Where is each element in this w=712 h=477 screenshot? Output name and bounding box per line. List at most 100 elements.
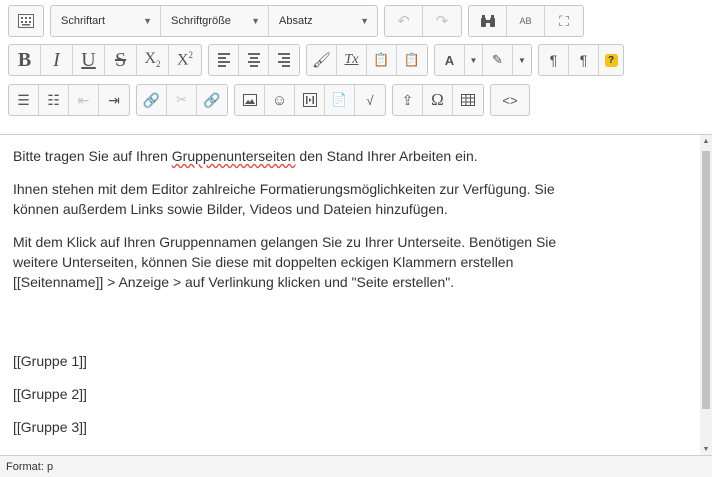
ltr-button[interactable]: ¶	[539, 45, 569, 75]
indent-button[interactable]: ⇥	[99, 85, 129, 115]
insert-media-button[interactable]	[295, 85, 325, 115]
undo-icon: ↶	[397, 13, 410, 30]
unlink-button[interactable]: ✂	[167, 85, 197, 115]
background-color-dropdown[interactable]: ▼	[513, 45, 531, 75]
change-case-button[interactable]: AB	[507, 6, 545, 36]
superscript-icon: X2	[176, 50, 194, 69]
strikethrough-icon: S	[114, 48, 127, 71]
content-text: [[Seitenname]] > Anzeige > auf Verlinkun…	[13, 274, 455, 290]
align-left-button[interactable]	[209, 45, 239, 75]
rtl-icon: ¶	[579, 52, 588, 68]
scroll-up-arrow-icon[interactable]: ▲	[700, 135, 712, 147]
insert-equation-button[interactable]: √	[355, 85, 385, 115]
change-case-icon: AB	[519, 16, 532, 26]
content-text: Ihnen stehen mit dem Editor zahlreiche F…	[13, 181, 555, 197]
toolbar-row-1: Schriftart ▼ Schriftgröße ▼ Absatz ▼ ↶ ↷	[8, 5, 590, 37]
paste-word-button[interactable]: 📋	[397, 45, 427, 75]
font-family-select[interactable]: Schriftart ▼	[51, 6, 161, 36]
align-right-button[interactable]	[269, 45, 299, 75]
scrollbar-thumb[interactable]	[702, 151, 710, 409]
remove-format-button[interactable]: Tx	[337, 45, 367, 75]
toolbar-toggle-group	[8, 5, 44, 37]
direction-group: ¶ ¶ ?	[538, 44, 624, 76]
superscript-button[interactable]: X2	[169, 45, 201, 75]
insert-group: ⇪ Ω	[392, 84, 484, 116]
bold-icon: B	[17, 48, 32, 71]
status-bar: Format: p	[0, 455, 712, 477]
record-audio-button[interactable]: ⇪	[393, 85, 423, 115]
html-source-button[interactable]: <>	[491, 85, 529, 115]
subscript-button[interactable]: X2	[137, 45, 169, 75]
tools-group: AB ⛶	[468, 5, 584, 37]
italic-button[interactable]: I	[41, 45, 73, 75]
insert-image-button[interactable]	[235, 85, 265, 115]
chevron-down-icon: ▼	[360, 16, 369, 26]
outdent-button[interactable]: ⇤	[69, 85, 99, 115]
font-size-select[interactable]: Schriftgröße ▼	[161, 6, 269, 36]
link-button[interactable]: 🔗	[137, 85, 167, 115]
text-color-button[interactable]: A	[435, 45, 465, 75]
group-link-3: [[Gruppe 3]]	[13, 419, 87, 435]
subscript-icon: X2	[144, 50, 161, 70]
editor-toolbar: Schriftart ▼ Schriftgröße ▼ Absatz ▼ ↶ ↷	[0, 0, 712, 135]
font-size-label: Schriftgröße	[171, 15, 231, 27]
vertical-scrollbar[interactable]: ▲ ▼	[700, 135, 712, 455]
toolbar-row-2: B I U S X2 X2 🖌 Tx 📋 📋 A ▼ ✎ ▼ ¶ ¶ ?	[8, 44, 630, 76]
help-icon: ?	[604, 53, 618, 67]
fullscreen-button[interactable]: ⛶	[545, 6, 583, 36]
history-group: ↶ ↷	[384, 5, 462, 37]
strikethrough-button[interactable]: S	[105, 45, 137, 75]
link-icon: 🔗	[142, 91, 161, 108]
insert-emoticon-button[interactable]: ☺	[265, 85, 295, 115]
bullet-list-button[interactable]: ☰	[9, 85, 39, 115]
paste-word-icon: 📋	[403, 52, 421, 67]
highlighter-icon: ✎	[492, 52, 503, 67]
help-button[interactable]: ?	[599, 45, 623, 75]
paragraph-format-label: Absatz	[279, 15, 313, 27]
scroll-down-arrow-icon[interactable]: ▼	[700, 443, 712, 455]
chevron-down-icon: ▼	[518, 55, 526, 65]
undo-button[interactable]: ↶	[385, 6, 423, 36]
unlink-icon: ✂	[176, 92, 187, 107]
files-icon: 📄	[331, 92, 348, 107]
toolbar-row-3: ☰ ☷ ⇤ ⇥ 🔗 ✂ 🔗 ☺ 📄 √ ⇪ Ω <>	[8, 84, 536, 116]
wiki-link-button[interactable]: 🔗	[197, 85, 227, 115]
italic-icon: I	[53, 48, 60, 71]
paste-text-button[interactable]: 📋	[367, 45, 397, 75]
content-text: weitere Unterseiten, können Sie diese mi…	[13, 254, 514, 270]
content-text: können außerdem Links sowie Bilder, Vide…	[13, 201, 448, 217]
background-color-button[interactable]: ✎	[483, 45, 513, 75]
code-icon: <>	[502, 92, 518, 108]
paragraph-format-select[interactable]: Absatz ▼	[269, 6, 377, 36]
wiki-link-icon: 🔗	[203, 91, 221, 108]
numbered-list-button[interactable]: ☷	[39, 85, 69, 115]
smiley-icon: ☺	[271, 91, 288, 109]
insert-table-button[interactable]	[453, 85, 483, 115]
content-text: Mit dem Klick auf Ihren Gruppennamen gel…	[13, 234, 557, 250]
font-family-label: Schriftart	[61, 15, 106, 27]
format-select-group: Schriftart ▼ Schriftgröße ▼ Absatz ▼	[50, 5, 378, 37]
find-replace-button[interactable]	[469, 6, 507, 36]
rtl-button[interactable]: ¶	[569, 45, 599, 75]
manage-files-button[interactable]: 📄	[325, 85, 355, 115]
equation-icon: √	[366, 92, 374, 108]
text-color-dropdown[interactable]: ▼	[465, 45, 483, 75]
expand-icon: ⛶	[559, 12, 569, 29]
insert-character-button[interactable]: Ω	[423, 85, 453, 115]
indent-icon: ⇥	[108, 91, 120, 108]
group-link-1: [[Gruppe 1]]	[13, 353, 87, 369]
content-text: Bitte tragen Sie auf Ihren	[13, 148, 172, 164]
numbered-list-icon: ☷	[47, 91, 60, 108]
toolbar-toggle-button[interactable]	[9, 6, 43, 36]
clipboard-group: 🖌 Tx 📋 📋	[306, 44, 428, 76]
editor-content-area[interactable]: Bitte tragen Sie auf Ihren Gruppenunters…	[0, 135, 700, 455]
align-center-button[interactable]	[239, 45, 269, 75]
content-line-1: Bitte tragen Sie auf Ihren Gruppenunters…	[13, 146, 693, 166]
clear-formatting-button[interactable]: 🖌	[307, 45, 337, 75]
underline-button[interactable]: U	[73, 45, 105, 75]
redo-button[interactable]: ↷	[423, 6, 461, 36]
element-path[interactable]: Format: p	[6, 461, 53, 473]
ltr-icon: ¶	[549, 52, 558, 68]
spellcheck-word[interactable]: Gruppenunterseiten	[172, 148, 296, 164]
bold-button[interactable]: B	[9, 45, 41, 75]
